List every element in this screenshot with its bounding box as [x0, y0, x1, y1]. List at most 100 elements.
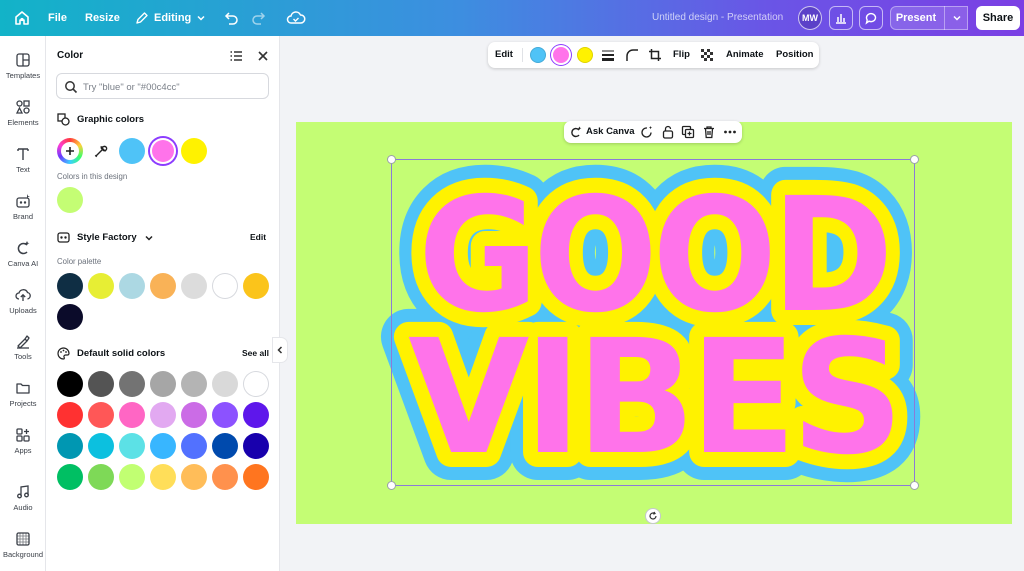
crop-button[interactable]	[648, 48, 662, 65]
palette-color-swatch[interactable]	[57, 304, 83, 330]
default-color-swatch[interactable]	[57, 371, 83, 397]
default-color-swatch[interactable]	[150, 371, 176, 397]
default-color-swatch[interactable]	[119, 371, 145, 397]
ask-canva-bar: Ask Canva	[564, 121, 742, 143]
color-swatch-pink[interactable]	[553, 47, 569, 63]
default-color-swatch[interactable]	[212, 464, 238, 490]
rotate-handle[interactable]	[645, 508, 661, 524]
animate-button[interactable]: Animate	[726, 49, 763, 60]
chevron-down-icon	[145, 235, 153, 241]
undo-button[interactable]	[222, 9, 240, 30]
edit-button[interactable]: Edit	[495, 49, 513, 60]
palette-color-swatch[interactable]	[150, 273, 176, 299]
palette-color-swatch[interactable]	[57, 273, 83, 299]
palette-color-swatch[interactable]	[243, 273, 269, 299]
resize-handle-top-right[interactable]	[910, 155, 919, 164]
editing-mode-dropdown[interactable]: Editing	[131, 6, 210, 30]
close-panel-button[interactable]	[256, 49, 270, 68]
color-search-input[interactable]	[83, 79, 263, 95]
default-color-swatch[interactable]	[212, 371, 238, 397]
transparency-button[interactable]	[700, 48, 714, 65]
default-color-swatch[interactable]	[119, 464, 145, 490]
rail-item-audio[interactable]: Audio	[0, 484, 46, 512]
default-color-swatch[interactable]	[212, 433, 238, 459]
ask-canva-label[interactable]: Ask Canva	[586, 126, 635, 137]
style-factory-edit[interactable]: Edit	[250, 232, 266, 242]
default-color-swatch[interactable]	[243, 402, 269, 428]
resize-button[interactable]: Resize	[85, 12, 120, 24]
flip-button[interactable]: Flip	[673, 49, 690, 60]
graphic-color-swatch[interactable]	[119, 138, 145, 164]
rail-item-canva-ai[interactable]: Canva AI	[0, 240, 46, 268]
see-all-link[interactable]: See all	[242, 348, 269, 358]
add-color-button[interactable]	[57, 138, 83, 164]
graphic-color-swatch[interactable]	[181, 138, 207, 164]
style-factory-header[interactable]: Style Factory	[57, 231, 154, 244]
default-color-swatch[interactable]	[243, 433, 269, 459]
avatar[interactable]: MW	[798, 6, 822, 30]
default-color-swatch[interactable]	[150, 433, 176, 459]
default-color-swatch[interactable]	[181, 433, 207, 459]
more-options-button[interactable]	[723, 125, 737, 142]
default-color-swatch[interactable]	[88, 433, 114, 459]
resize-handle-bottom-left[interactable]	[387, 481, 396, 490]
color-swatch-yellow[interactable]	[577, 47, 593, 63]
default-color-swatch[interactable]	[57, 464, 83, 490]
default-color-swatch[interactable]	[88, 371, 114, 397]
palette-color-swatch[interactable]	[181, 273, 207, 299]
collapse-panel-button[interactable]	[272, 337, 288, 363]
save-status-button[interactable]	[286, 9, 306, 30]
color-swatch-blue[interactable]	[530, 47, 546, 63]
default-color-swatch[interactable]	[119, 402, 145, 428]
magic-refresh-button[interactable]	[640, 125, 654, 142]
graphic-color-swatch[interactable]	[150, 138, 176, 164]
position-button[interactable]: Position	[776, 49, 813, 60]
palette-color-swatch[interactable]	[119, 273, 145, 299]
rail-item-background[interactable]: Background	[0, 531, 46, 559]
rail-item-templates[interactable]: Templates	[0, 52, 46, 80]
design-color-swatch[interactable]	[57, 187, 83, 213]
default-color-swatch[interactable]	[181, 371, 207, 397]
corner-rounding-button[interactable]	[625, 48, 639, 65]
share-button[interactable]: Share	[976, 6, 1020, 30]
default-color-swatch[interactable]	[119, 433, 145, 459]
default-color-swatch[interactable]	[181, 464, 207, 490]
document-title[interactable]: Untitled design - Presentation	[652, 12, 783, 23]
palette-color-swatch[interactable]	[88, 273, 114, 299]
default-color-swatch[interactable]	[57, 402, 83, 428]
resize-handle-top-left[interactable]	[387, 155, 396, 164]
rail-label: Brand	[12, 212, 33, 221]
insights-button[interactable]	[829, 6, 853, 30]
rail-item-uploads[interactable]: Uploads	[0, 287, 46, 315]
default-color-swatch[interactable]	[150, 402, 176, 428]
default-color-swatch[interactable]	[150, 464, 176, 490]
default-color-swatch[interactable]	[243, 464, 269, 490]
rail-item-elements[interactable]: Elements	[0, 99, 46, 127]
elements-icon	[15, 100, 30, 114]
default-color-swatch[interactable]	[181, 402, 207, 428]
default-color-swatch[interactable]	[243, 371, 269, 397]
default-color-swatch[interactable]	[88, 402, 114, 428]
redo-button[interactable]	[250, 9, 268, 30]
rail-item-apps[interactable]: Apps	[0, 427, 46, 455]
present-options-button[interactable]	[944, 6, 968, 30]
list-view-button[interactable]	[229, 49, 243, 68]
palette-color-swatch[interactable]	[212, 273, 238, 299]
delete-button[interactable]	[702, 125, 716, 142]
default-color-swatch[interactable]	[212, 402, 238, 428]
resize-handle-bottom-right[interactable]	[910, 481, 919, 490]
rail-item-brand[interactable]: Brand	[0, 193, 46, 221]
default-color-swatch[interactable]	[88, 464, 114, 490]
rail-item-tools[interactable]: Tools	[0, 333, 46, 361]
eyedropper-button[interactable]	[93, 143, 109, 164]
lock-button[interactable]	[661, 125, 675, 142]
comments-button[interactable]	[859, 6, 883, 30]
ask-canva-button[interactable]	[570, 126, 582, 141]
duplicate-button[interactable]	[681, 125, 695, 142]
file-menu[interactable]: File	[48, 12, 67, 24]
rail-item-projects[interactable]: Projects	[0, 380, 46, 408]
default-color-swatch[interactable]	[57, 433, 83, 459]
home-button[interactable]	[12, 8, 32, 28]
border-style-button[interactable]	[601, 48, 615, 65]
rail-item-text[interactable]: Text	[0, 146, 46, 174]
